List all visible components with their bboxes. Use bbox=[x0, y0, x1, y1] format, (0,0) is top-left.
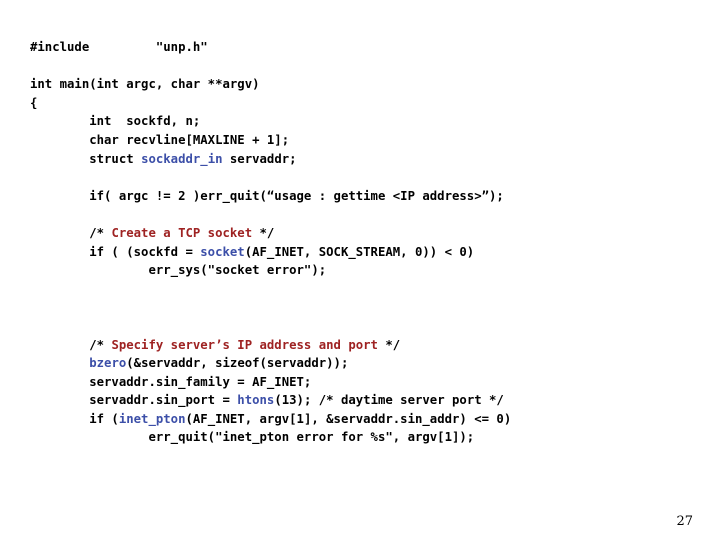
line-bzero: bzero(&servaddr, sizeof(servaddr)); bbox=[30, 354, 690, 373]
line-decl-struct: struct sockaddr_in servaddr; bbox=[30, 150, 690, 169]
line-sin-family: servaddr.sin_family = AF_INET; bbox=[30, 373, 690, 392]
code-token: char recvline[MAXLINE + 1]; bbox=[30, 132, 290, 147]
line-err-sys: err_sys("socket error"); bbox=[30, 261, 690, 280]
slide-canvas: #include "unp.h" int main(int argc, char… bbox=[0, 0, 720, 540]
code-token: if ( (sockfd = bbox=[30, 244, 201, 259]
line-socket-call: if ( (sockfd = socket(AF_INET, SOCK_STRE… bbox=[30, 243, 690, 262]
code-token: socket bbox=[200, 244, 245, 259]
code-token: Create a TCP socket bbox=[111, 225, 253, 240]
line-include: #include "unp.h" bbox=[30, 38, 690, 57]
page-number: 27 bbox=[676, 514, 693, 529]
code-token: servaddr.sin_port = bbox=[30, 393, 238, 408]
code-token: err_quit("inet_pton error for %s", argv[… bbox=[30, 430, 475, 445]
code-token: servaddr.sin_family = AF_INET; bbox=[30, 374, 312, 389]
code-token: sockaddr_in bbox=[141, 151, 223, 166]
code-token: htons bbox=[237, 393, 275, 408]
code-token: /* bbox=[30, 337, 112, 352]
code-token: */ bbox=[252, 225, 275, 240]
line-blank-5 bbox=[30, 298, 690, 317]
code-token: "unp.h" bbox=[155, 40, 208, 54]
line-argc-check: if( argc != 2 )err_quit(“usage : gettime… bbox=[30, 187, 690, 206]
code-token: servaddr; bbox=[222, 151, 297, 166]
code-token: bzero bbox=[89, 356, 127, 371]
line-blank-1 bbox=[30, 57, 690, 76]
code-token: struct bbox=[30, 151, 142, 166]
code-token: Specify server’s IP address and port bbox=[111, 337, 378, 352]
line-main: int main(int argc, char **argv) bbox=[30, 75, 690, 94]
code-token: (AF_INET, argv[1], &servaddr.sin_addr) <… bbox=[185, 411, 512, 426]
line-comment-tcp: /* Create a TCP socket */ bbox=[30, 224, 690, 243]
line-blank-3 bbox=[30, 205, 690, 224]
line-inet-pton: if (inet_pton(AF_INET, argv[1], &servadd… bbox=[30, 410, 690, 429]
code-token: (AF_INET, SOCK_STREAM, 0)) < 0) bbox=[244, 244, 475, 259]
line-decl-char: char recvline[MAXLINE + 1]; bbox=[30, 131, 690, 150]
line-sin-port: servaddr.sin_port = htons(13); /* daytim… bbox=[30, 391, 690, 410]
code-token: /* bbox=[30, 225, 112, 240]
line-decl-int: int sockfd, n; bbox=[30, 112, 690, 131]
code-token: { bbox=[30, 95, 38, 110]
code-token: if ( bbox=[30, 411, 119, 426]
code-listing: #include "unp.h" int main(int argc, char… bbox=[30, 38, 690, 447]
line-blank-4 bbox=[30, 280, 690, 299]
code-token: int main(int argc, char **argv) bbox=[30, 77, 260, 92]
line-comment-specify: /* Specify server’s IP address and port … bbox=[30, 336, 690, 355]
code-token: (13); /* daytime server port */ bbox=[274, 393, 504, 408]
code-token: inet_pton bbox=[118, 411, 186, 426]
code-token: #include bbox=[30, 40, 90, 54]
line-blank-2 bbox=[30, 168, 690, 187]
code-token: int sockfd, n; bbox=[30, 114, 201, 129]
code-token: */ bbox=[377, 337, 401, 352]
code-token: err_sys("socket error"); bbox=[30, 263, 327, 278]
line-open-brace: { bbox=[30, 94, 690, 113]
line-err-quit: err_quit("inet_pton error for %s", argv[… bbox=[30, 428, 690, 447]
code-token: (&servaddr, sizeof(servaddr)); bbox=[126, 356, 349, 371]
line-blank-6 bbox=[30, 317, 690, 336]
code-token: if( argc != 2 )err_quit(“usage : gettime… bbox=[30, 188, 504, 203]
